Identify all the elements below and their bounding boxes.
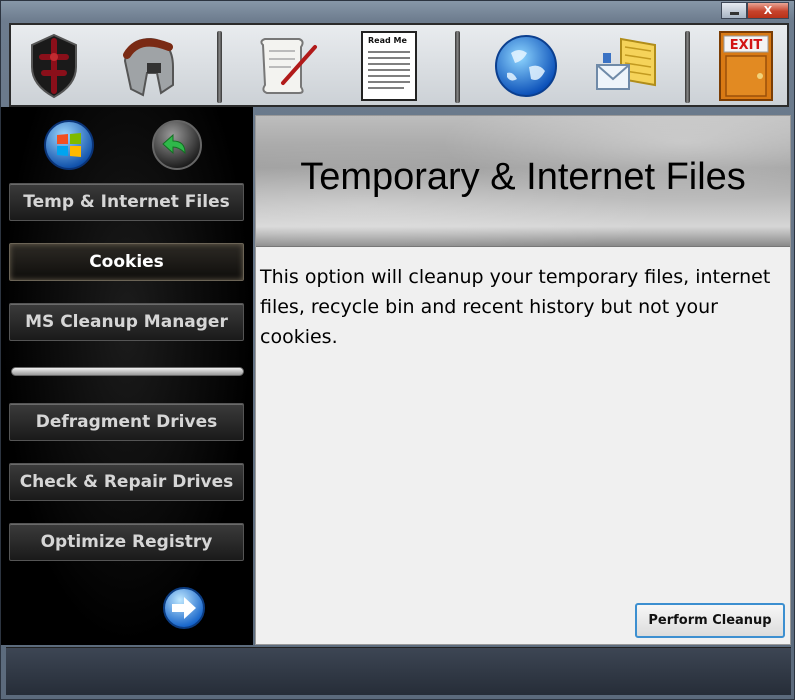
status-bar: [6, 647, 791, 695]
readme-document-icon: Read Me: [361, 31, 417, 101]
sidebar: Temp & Internet Files Cookies MS Cleanup…: [1, 107, 253, 645]
sidebar-divider: [11, 367, 244, 376]
perform-cleanup-button[interactable]: Perform Cleanup: [635, 603, 785, 638]
helmet-button[interactable]: [113, 29, 183, 103]
shield-cross-icon: [31, 33, 77, 99]
mail-envelope-icon: [596, 37, 656, 90]
nav-optimize-registry[interactable]: Optimize Registry: [9, 523, 244, 561]
toolbar-separator: [217, 31, 222, 103]
back-button[interactable]: [151, 119, 203, 171]
minimize-button[interactable]: [721, 2, 747, 19]
windows-logo-icon: [44, 120, 94, 170]
toolbar: Read Me EXIT: [9, 23, 789, 107]
window-controls: X: [721, 2, 789, 19]
content-panel: Temporary & Internet Files This option w…: [255, 115, 791, 645]
spartan-helmet-icon: [123, 37, 174, 97]
toolbar-separator: [455, 31, 460, 103]
shield-cross-button[interactable]: [19, 29, 89, 103]
globe-icon: [495, 35, 557, 97]
header-banner: Temporary & Internet Files: [256, 116, 790, 247]
nav-cookies[interactable]: Cookies: [9, 243, 244, 281]
nav-temp-internet-files[interactable]: Temp & Internet Files: [9, 183, 244, 221]
globe-button[interactable]: [491, 29, 561, 103]
svg-text:EXIT: EXIT: [730, 38, 763, 53]
toolbar-separator: [685, 31, 690, 103]
windows-button[interactable]: [43, 119, 95, 171]
close-button[interactable]: X: [747, 2, 789, 19]
exit-door-icon: EXIT: [719, 31, 773, 101]
nav-defragment-drives[interactable]: Defragment Drives: [9, 403, 244, 441]
option-description: This option will cleanup your temporary …: [260, 266, 771, 348]
scroll-quill-icon: [260, 38, 317, 94]
app-window: X Read Me EXIT Temp & Internet Files Coo…: [0, 0, 795, 700]
scroll-button[interactable]: [251, 29, 321, 103]
back-arrow-icon: [152, 120, 202, 170]
svg-text:Read Me: Read Me: [368, 36, 407, 45]
forward-arrow-icon: [163, 587, 205, 629]
readme-button[interactable]: Read Me: [354, 29, 424, 103]
nav-check-repair-drives[interactable]: Check & Repair Drives: [9, 463, 244, 501]
page-title: Temporary & Internet Files: [300, 156, 746, 198]
mail-button[interactable]: [591, 29, 661, 103]
minimize-icon: [729, 11, 739, 15]
exit-button[interactable]: EXIT: [711, 29, 781, 103]
next-button[interactable]: [161, 585, 207, 631]
nav-ms-cleanup-manager[interactable]: MS Cleanup Manager: [9, 303, 244, 341]
